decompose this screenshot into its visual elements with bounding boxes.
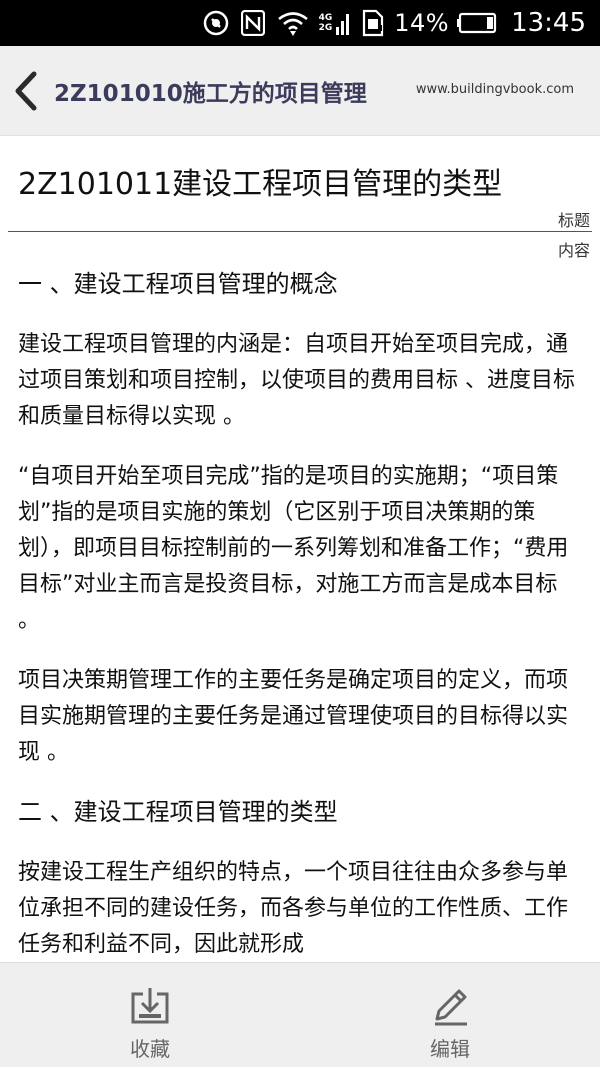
document-body: 一 、建设工程项目管理的概念 建设工程项目管理的内涵是：自项目开始至项目完成，通… xyxy=(18,267,578,962)
paragraph: 建设工程项目管理的内涵是：自项目开始至项目完成，通过项目策划和项目控制，以使项目… xyxy=(18,332,575,429)
chevron-left-icon xyxy=(15,71,37,111)
vibrate-icon xyxy=(203,10,229,36)
document-title: 2Z101011建设工程项目管理的类型 xyxy=(18,167,503,202)
page-title: 2Z101010施工方的项目管理 xyxy=(54,81,367,107)
title-divider xyxy=(8,231,592,232)
favorite-button[interactable]: 收藏 xyxy=(0,963,300,1068)
pencil-icon xyxy=(435,989,467,1026)
battery-icon xyxy=(457,12,497,34)
battery-percent: 14% xyxy=(394,9,450,37)
nfc-icon xyxy=(240,10,265,36)
edit-button[interactable]: 编辑 xyxy=(300,963,600,1068)
favorite-label: 收藏 xyxy=(130,1037,170,1061)
network-4g-label: 4G xyxy=(318,13,333,23)
app-header: 2Z101010施工方的项目管理 www.buildingvbook.com xyxy=(0,46,600,136)
edit-label: 编辑 xyxy=(430,1037,470,1061)
paragraph: 项目决策期管理工作的主要任务是确定项目的定义，而项目实施期管理的主要任务是通过管… xyxy=(18,668,569,765)
network-2g-label: 2G xyxy=(318,23,333,33)
section-heading-1: 一 、建设工程项目管理的概念 xyxy=(18,270,338,298)
site-url: www.buildingvbook.com xyxy=(415,82,574,97)
back-button[interactable] xyxy=(10,70,50,112)
content-tag: 内容 xyxy=(557,241,590,260)
download-tray-icon xyxy=(131,988,169,1024)
paragraph: “自项目开始至项目完成”指的是项目的实施期；“项目策划”指的是项目实施的策划（它… xyxy=(18,464,569,633)
network-type-indicator: 4G 2G xyxy=(319,13,333,33)
paragraph: 按建设工程生产组织的特点，一个项目往往由众多参与单位承担不同的建设任务，而各参与… xyxy=(18,860,569,957)
clock: 13:45 xyxy=(511,8,586,38)
sim-alert-icon xyxy=(362,9,384,37)
status-bar: 4G 2G 14% 13:45 xyxy=(0,0,600,46)
wifi-icon xyxy=(277,10,309,36)
section-heading-2: 二 、建设工程项目管理的类型 xyxy=(18,798,338,826)
title-tag: 标题 xyxy=(557,211,590,230)
signal-icon xyxy=(336,11,350,35)
bottom-toolbar: 收藏 编辑 xyxy=(0,962,600,1067)
document-content[interactable]: 2Z101011建设工程项目管理的类型 标题 内容 一 、建设工程项目管理的概念… xyxy=(0,137,600,962)
